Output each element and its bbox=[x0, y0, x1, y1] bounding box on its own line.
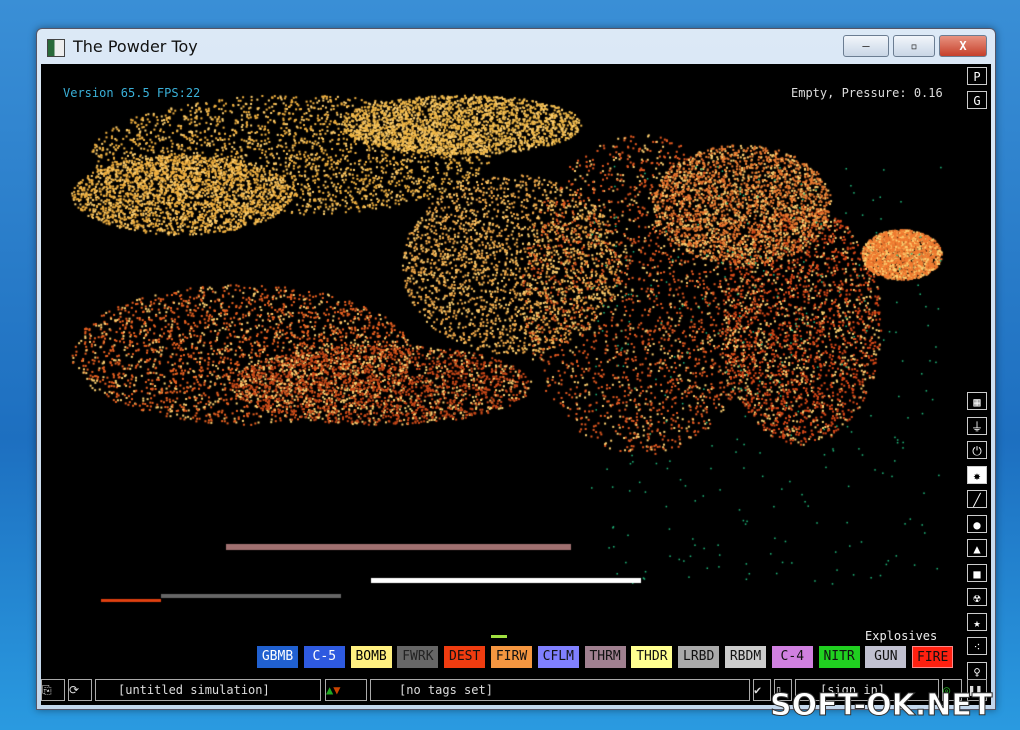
element-button-rbdm[interactable]: RBDM bbox=[725, 646, 766, 668]
watermark: SOFT-OK.NET bbox=[769, 688, 993, 724]
pressure-readout: Empty, Pressure: 0.16 bbox=[791, 86, 943, 100]
pause-button[interactable]: P bbox=[967, 67, 987, 85]
element-button-gbmb[interactable]: GBMB bbox=[257, 646, 298, 668]
wall-icon[interactable]: ▦ bbox=[967, 392, 987, 410]
life-icon[interactable]: ♀ bbox=[967, 661, 987, 680]
maximize-button[interactable]: ▫ bbox=[893, 35, 935, 57]
simulation-screen[interactable]: Version 65.5 FPS:22 Empty, Pressure: 0.1… bbox=[41, 64, 991, 705]
gas-pen-icon[interactable]: ╱ bbox=[967, 490, 987, 508]
app-icon bbox=[47, 39, 65, 57]
element-button-bomb[interactable]: BOMB bbox=[350, 646, 392, 668]
special-star-icon[interactable]: ★ bbox=[967, 612, 987, 631]
liquid-drop-icon[interactable]: ● bbox=[967, 514, 987, 533]
powder-icon[interactable]: ▲ bbox=[967, 539, 987, 557]
element-button-cflm[interactable]: CFLM bbox=[537, 646, 579, 668]
explosives-icon[interactable]: ✸ bbox=[967, 465, 987, 484]
power-icon[interactable]: ⏻ bbox=[967, 441, 987, 459]
gravity-button[interactable]: G bbox=[967, 91, 987, 109]
simulation-canvas[interactable] bbox=[41, 64, 963, 639]
solid-icon[interactable]: ■ bbox=[967, 563, 987, 582]
options-check-icon[interactable]: ✔ bbox=[753, 679, 771, 701]
element-button-fire[interactable]: FIRE bbox=[912, 646, 954, 668]
element-button-dest[interactable]: DEST bbox=[444, 646, 486, 668]
element-button-nitr[interactable]: NITR bbox=[818, 646, 860, 668]
window-title: The Powder Toy bbox=[73, 37, 198, 56]
element-button-lrbd[interactable]: LRBD bbox=[678, 646, 720, 668]
element-button-gun[interactable]: GUN bbox=[865, 646, 907, 668]
electronics-plug-icon[interactable]: ⏚ bbox=[967, 416, 987, 435]
minimize-button[interactable]: – bbox=[843, 35, 889, 57]
element-button-thrm[interactable]: THRM bbox=[584, 646, 626, 668]
version-fps: Version 65.5 FPS:22 bbox=[63, 86, 201, 100]
element-button-thdr[interactable]: THDR bbox=[631, 646, 673, 668]
category-label: Explosives bbox=[865, 629, 938, 643]
radioactive-icon[interactable]: ☢ bbox=[967, 588, 987, 606]
selection-marker bbox=[491, 635, 507, 638]
tags-button[interactable]: [no tags set] bbox=[370, 679, 750, 701]
particles-icon[interactable]: ⁖ bbox=[967, 637, 987, 655]
reload-icon[interactable]: ⟳ bbox=[68, 679, 92, 701]
vote-buttons[interactable]: ▲▼ bbox=[325, 679, 367, 701]
element-button-c-5[interactable]: C-5 bbox=[303, 646, 345, 668]
open-save-button[interactable]: ⎘ bbox=[41, 679, 65, 701]
app-window: The Powder Toy – ▫ X Version 65.5 FPS:22… bbox=[36, 28, 996, 710]
element-button-c-4[interactable]: C-4 bbox=[771, 646, 813, 668]
save-name-button[interactable]: [untitled simulation] bbox=[95, 679, 321, 701]
element-button-fwrk[interactable]: FWRK bbox=[397, 646, 439, 668]
element-button-firw[interactable]: FIRW bbox=[491, 646, 532, 668]
close-button[interactable]: X bbox=[939, 35, 987, 57]
